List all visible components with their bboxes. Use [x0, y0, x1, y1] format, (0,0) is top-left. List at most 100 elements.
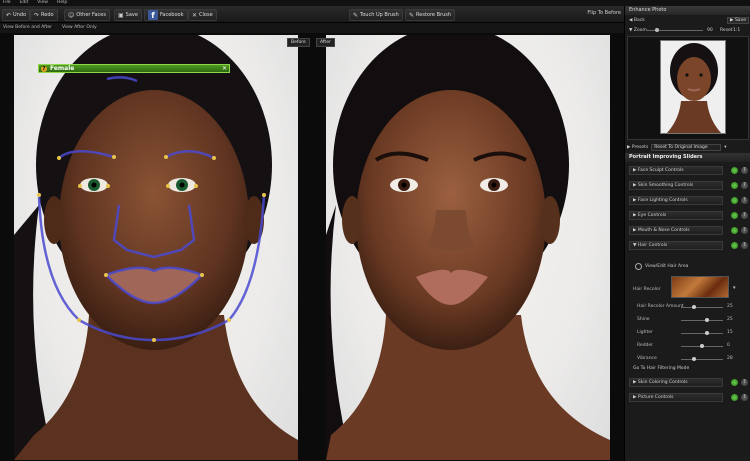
mouth-nose-label: Mouth & Nose Controls [637, 228, 690, 233]
zoom-label-text: Zoom [633, 28, 647, 33]
enable-toggle-icon[interactable] [731, 394, 738, 401]
zoom-reset-button[interactable]: Reset [720, 28, 733, 33]
close-icon: ✕ [192, 11, 198, 19]
after-photo[interactable] [326, 35, 610, 460]
redo-button[interactable]: ↷ Redo [30, 9, 58, 21]
touch-up-label: Touch Up Brush [360, 12, 399, 18]
help-icon[interactable]: ? [741, 227, 748, 234]
other-faces-button[interactable]: ☺ Other Faces [64, 9, 110, 21]
flip-to-before-link[interactable]: Flip To Before [587, 10, 621, 16]
eye-controls-label: Eye Controls [637, 213, 667, 218]
slider-track[interactable] [681, 307, 723, 308]
slider-track[interactable] [681, 333, 723, 334]
slider-label: Vibrance [637, 356, 657, 361]
slider-knob[interactable] [705, 318, 710, 322]
slider-label: Shine [637, 317, 650, 322]
face-lighting-controls[interactable]: ▶ Face Lighting Controls [629, 196, 723, 205]
hair-slider-row[interactable]: Hair Recolor Amount 25 [637, 304, 747, 311]
main-toolbar: ↶ Undo ↷ Redo ☺ Other Faces ▣ Save f Fac… [0, 6, 624, 23]
chevron-down-icon[interactable]: ▾ [724, 145, 726, 150]
picture-controls[interactable]: ▶ Picture Controls [629, 393, 723, 402]
view-before-after-tab[interactable]: View Before and After [3, 25, 52, 30]
save-button[interactable]: ▣ Save [114, 9, 142, 21]
redo-label: Redo [41, 12, 54, 18]
thumbnail-portrait [666, 43, 722, 133]
question-icon: ? [41, 65, 47, 72]
slider-knob[interactable] [700, 344, 704, 348]
hair-slider-row[interactable]: Shine 25 [637, 317, 747, 324]
panel-nav: ◀ Back ▶ Save [625, 16, 750, 25]
help-icon[interactable]: ? [741, 167, 748, 174]
help-icon[interactable]: ? [741, 379, 748, 386]
help-icon[interactable]: ? [741, 182, 748, 189]
enable-toggle-icon[interactable] [731, 182, 738, 189]
undo-button[interactable]: ↶ Undo [2, 9, 31, 21]
slider-track[interactable] [681, 320, 723, 321]
facebook-icon: f [148, 10, 158, 20]
face-lighting-label: Face Lighting Controls [637, 198, 688, 203]
view-after-only-tab[interactable]: View After Only [62, 25, 97, 30]
face-sculpt-label: Face Sculpt Controls [637, 168, 684, 173]
picture-controls-label: Picture Controls [637, 395, 674, 400]
facebook-label: Facebook [160, 12, 184, 18]
view-mode-bar: View Before and After View After Only [0, 23, 624, 33]
skin-smoothing-label: Skin Smoothing Controls [637, 183, 694, 188]
zoom-label: ▼ Zoom [629, 28, 647, 33]
presets-dropdown[interactable]: Reset To Original Image [651, 144, 722, 151]
enable-toggle-icon[interactable] [731, 227, 738, 234]
slider-label: Lighter [637, 330, 653, 335]
zoom-control: ▼ Zoom 90 Reset 1:1 [625, 26, 750, 35]
hair-brush-icon [635, 263, 642, 270]
touch-up-brush-button[interactable]: ✎ Touch Up Brush [349, 9, 403, 21]
hair-color-swatch[interactable] [671, 276, 729, 298]
skin-smoothing-controls[interactable]: ▶ Skin Smoothing Controls [629, 181, 723, 190]
slider-knob[interactable] [692, 305, 697, 309]
help-icon[interactable]: ? [741, 394, 748, 401]
help-icon[interactable]: ? [741, 197, 748, 204]
brush-icon: ✎ [353, 11, 359, 19]
presets-row: ▶ Presets Reset To Original Image ▾ [627, 143, 749, 152]
enable-toggle-icon[interactable] [731, 242, 738, 249]
back-button[interactable]: ◀ Back [629, 18, 645, 23]
enable-toggle-icon[interactable] [731, 379, 738, 386]
enable-toggle-icon[interactable] [731, 197, 738, 204]
view-edit-hair-area-button[interactable]: View/Edit Hair Area [635, 263, 688, 270]
close-icon[interactable]: ✕ [222, 65, 227, 73]
redo-icon: ↷ [34, 11, 40, 19]
help-icon[interactable]: ? [741, 242, 748, 249]
enhance-panel: Enhance Photo ◀ Back ▶ Save ▼ Zoom 90 Re… [624, 6, 750, 461]
panel-save-button[interactable]: ▶ Save [727, 17, 749, 24]
presets-label-text: Presets [631, 145, 649, 150]
before-label: Before [287, 38, 310, 47]
slider-knob[interactable] [705, 331, 710, 335]
hair-filtering-mode-link[interactable]: Go To Hair Filtering Mode [633, 366, 689, 371]
slider-value: 0 [727, 343, 730, 348]
save-label: Save [125, 12, 138, 18]
slider-knob[interactable] [691, 357, 696, 361]
faces-icon: ☺ [68, 11, 75, 19]
undo-icon: ↶ [6, 11, 12, 19]
enable-toggle-icon[interactable] [731, 167, 738, 174]
skin-coloring-controls[interactable]: ▶ Skin Coloring Controls [629, 378, 723, 387]
hair-slider-row[interactable]: Vibrance 28 [637, 356, 747, 363]
chevron-down-icon[interactable]: ▾ [733, 285, 736, 291]
restore-brush-button[interactable]: ✎ Restore Brush [405, 9, 456, 21]
mouth-nose-controls[interactable]: ▶ Mouth & Nose Controls [629, 226, 723, 235]
face-sculpt-controls[interactable]: ▶ Face Sculpt Controls [629, 166, 723, 175]
hair-controls[interactable]: ▼ Hair Controls [629, 241, 723, 250]
slider-label: Redder [637, 343, 654, 348]
hair-slider-row[interactable]: Lighter 15 [637, 330, 747, 337]
face-gender-tag[interactable]: ? Female ✕ [38, 64, 230, 73]
hair-slider-row[interactable]: Redder 0 [637, 343, 747, 350]
navigator-thumbnail[interactable] [660, 40, 726, 134]
facebook-button[interactable]: f Facebook [144, 9, 188, 21]
zoom-slider-knob[interactable] [655, 28, 659, 32]
slider-track[interactable] [681, 359, 723, 360]
enable-toggle-icon[interactable] [731, 212, 738, 219]
close-button[interactable]: ✕ Close [188, 9, 217, 21]
help-icon[interactable]: ? [741, 212, 748, 219]
zoom-ratio-button[interactable]: 1:1 [733, 28, 740, 33]
navigator-preview[interactable] [627, 36, 749, 140]
eye-controls[interactable]: ▶ Eye Controls [629, 211, 723, 220]
before-photo[interactable]: ? Female ✕ [14, 35, 298, 460]
